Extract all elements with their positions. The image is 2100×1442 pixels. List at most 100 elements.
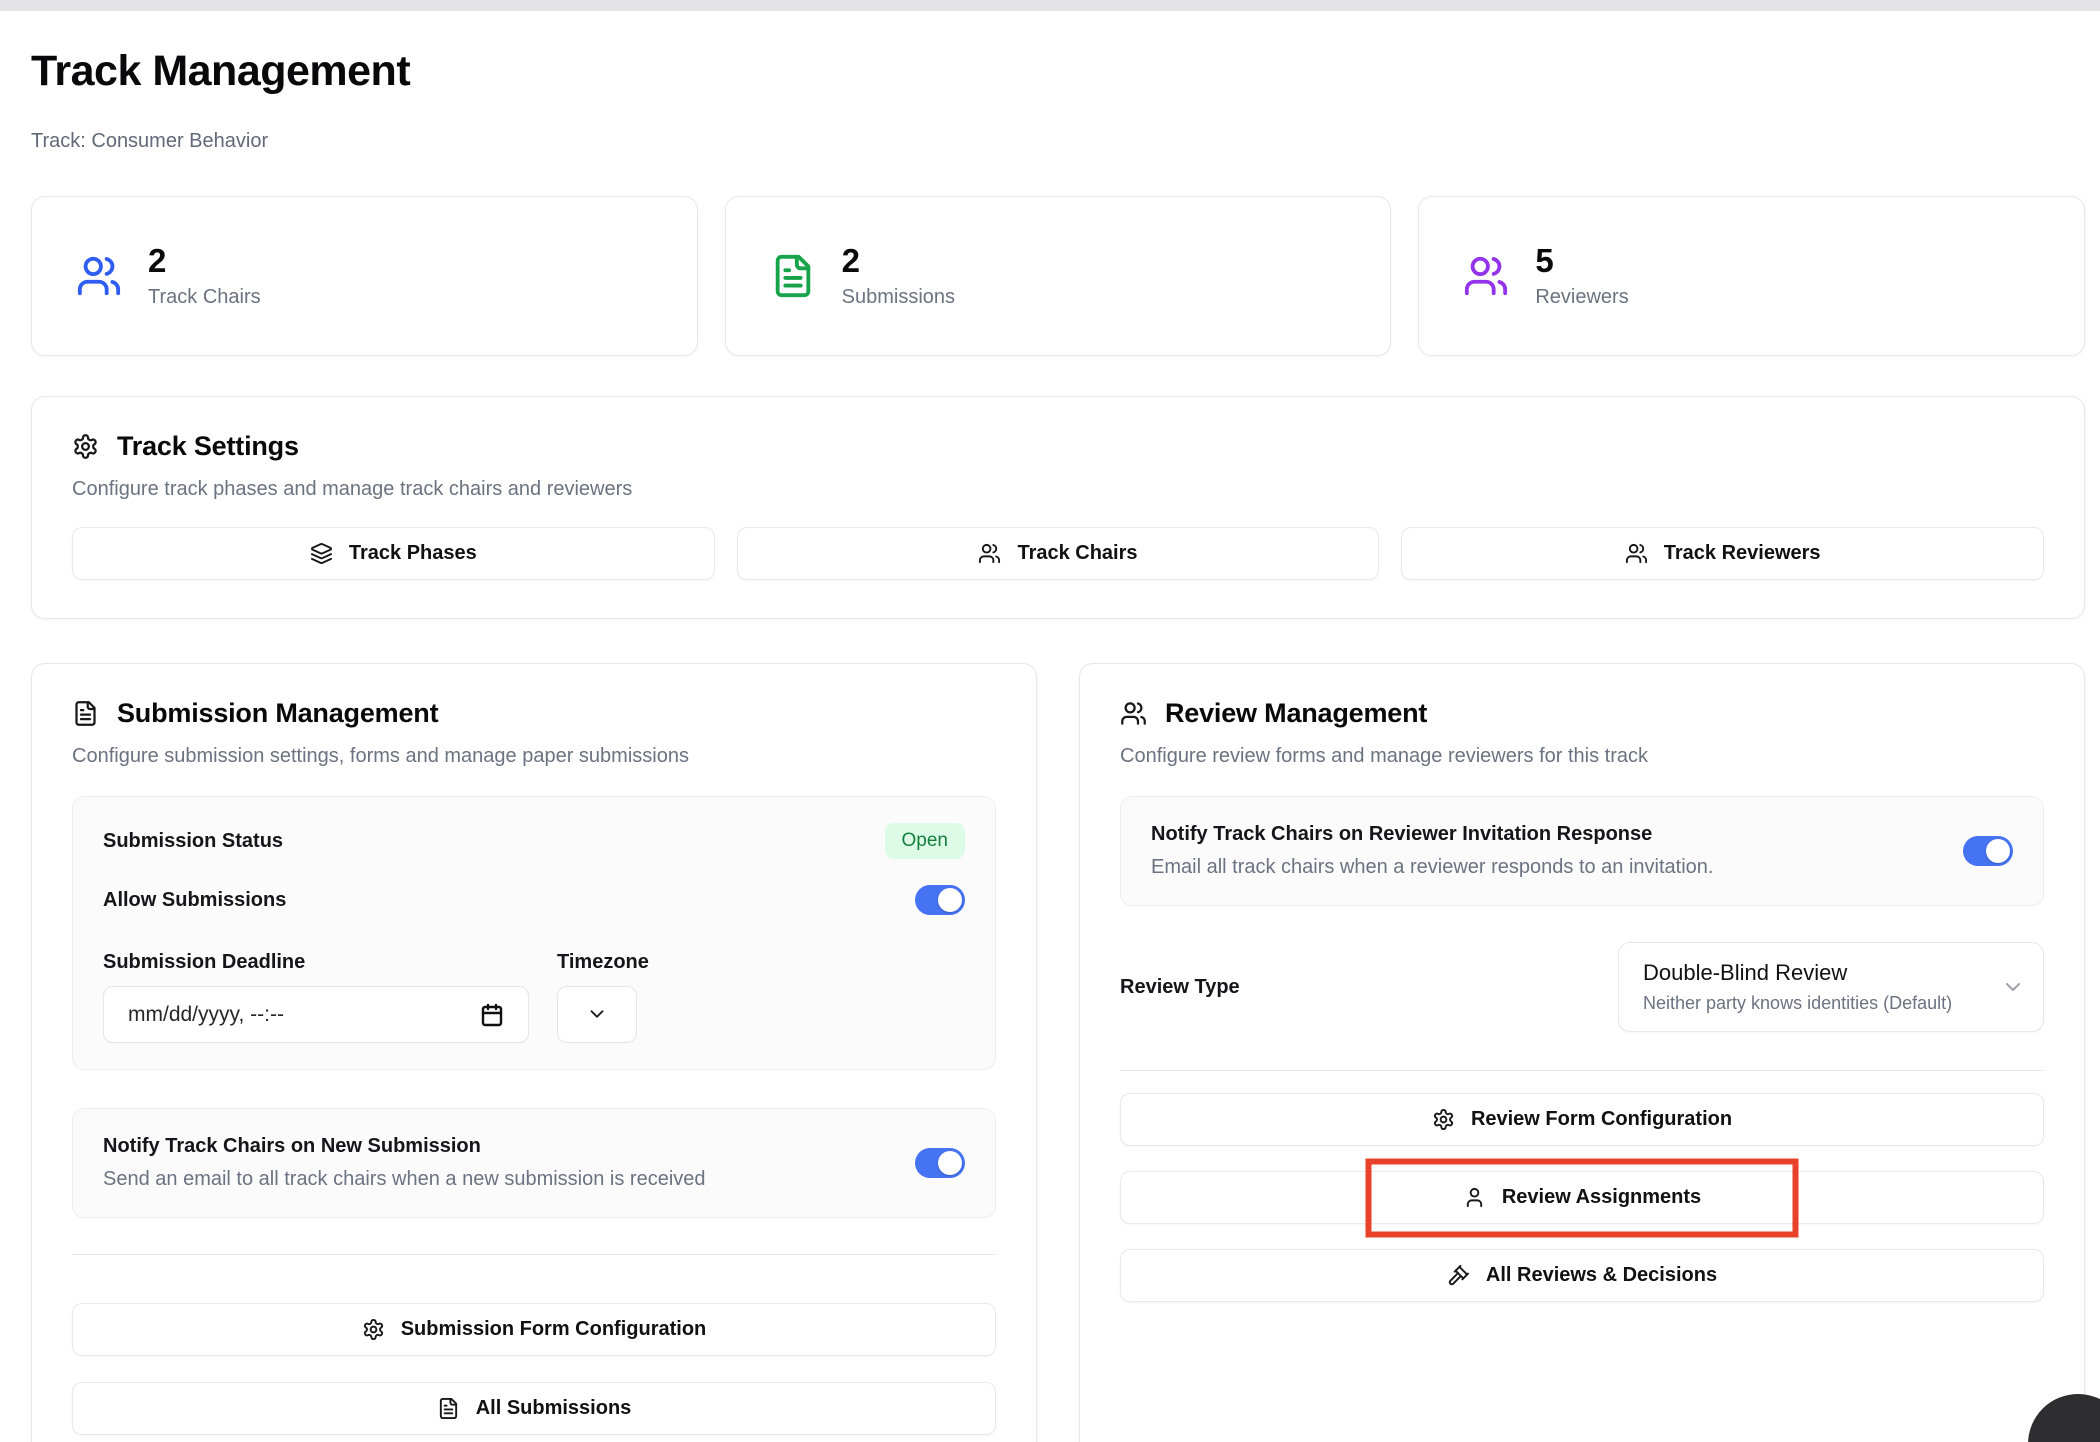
- submission-deadline-input[interactable]: mm/dd/yyyy, --:--: [103, 986, 529, 1043]
- stat-text: 2 Track Chairs: [148, 243, 261, 308]
- review-buttons: Review Form Configuration Review Assignm…: [1120, 1093, 2044, 1302]
- submission-management-description: Configure submission settings, forms and…: [72, 745, 689, 767]
- button-label: Review Form Configuration: [1470, 1108, 1733, 1130]
- all-reviews-decisions-button[interactable]: All Reviews & Decisions: [1120, 1249, 2044, 1302]
- notify-invitation-description: Email all track chairs when a reviewer r…: [1151, 856, 1714, 878]
- gear-icon: [362, 1318, 385, 1341]
- track-settings-description: Configure track phases and manage track …: [72, 478, 633, 500]
- stat-label: Reviewers: [1535, 285, 1629, 308]
- review-type-label: Review Type: [1120, 975, 1240, 998]
- users-icon: [1120, 700, 1147, 727]
- file-text-icon: [437, 1397, 460, 1420]
- divider: [1120, 1070, 2044, 1071]
- page: Track Management Track: Consumer Behavio…: [0, 47, 2100, 1442]
- notify-new-submission-toggle[interactable]: [915, 1148, 965, 1178]
- track-subtitle: Track: Consumer Behavior: [31, 130, 269, 152]
- users-icon: [978, 542, 1001, 565]
- allow-submissions-row: Allow Submissions: [103, 885, 965, 915]
- button-label: Review Assignments: [1501, 1186, 1702, 1208]
- stat-card-reviewers: 5 Reviewers: [1418, 196, 2085, 356]
- button-label: Track Phases: [348, 542, 477, 564]
- button-label: Track Reviewers: [1663, 542, 1821, 564]
- file-text-icon: [72, 700, 99, 727]
- review-management-title: Review Management: [1165, 698, 1428, 728]
- stat-card-submissions: 2 Submissions: [724, 196, 1392, 356]
- toggle-knob: [938, 1151, 962, 1175]
- stat-card-track-chairs: 2 Track Chairs: [31, 196, 698, 356]
- timezone-select[interactable]: [557, 986, 637, 1043]
- track-settings-header: Track Settings: [72, 431, 2044, 462]
- track-settings-buttons: Track Phases Track Chairs Track Reviewer…: [72, 527, 2044, 580]
- review-management-header: Review Management: [1120, 698, 2044, 729]
- submission-status-label: Submission Status: [103, 829, 284, 852]
- track-settings-card: Track Settings Configure track phases an…: [31, 396, 2085, 619]
- allow-submissions-toggle[interactable]: [915, 885, 965, 915]
- submission-form-configuration-button[interactable]: Submission Form Configuration: [72, 1303, 996, 1356]
- submission-management-title: Submission Management: [117, 698, 439, 728]
- chevron-down-icon: [2001, 975, 2025, 999]
- notify-new-submission-description: Send an email to all track chairs when a…: [103, 1168, 706, 1190]
- notify-invitation-box: Notify Track Chairs on Reviewer Invitati…: [1120, 796, 2044, 906]
- calendar-icon[interactable]: [480, 1003, 504, 1027]
- users-icon: [1463, 253, 1509, 299]
- track-reviewers-button[interactable]: Track Reviewers: [1401, 527, 2044, 580]
- review-type-hint: Neither party knows identities (Default): [1643, 993, 1953, 1013]
- review-form-configuration-button[interactable]: Review Form Configuration: [1120, 1093, 2044, 1146]
- timezone-label: Timezone: [557, 951, 649, 973]
- stat-label: Submissions: [841, 285, 956, 308]
- all-submissions-button[interactable]: All Submissions: [72, 1382, 996, 1435]
- notify-invitation-toggle[interactable]: [1963, 836, 2013, 866]
- review-assignments-wrap: Review Assignments: [1120, 1158, 2044, 1237]
- stat-label: Track Chairs: [148, 285, 261, 308]
- divider: [72, 1254, 996, 1255]
- stat-value: 5: [1535, 242, 1554, 280]
- review-type-row: Review Type Double-Blind Review Neither …: [1120, 942, 2044, 1032]
- management-panels: Submission Management Configure submissi…: [31, 663, 2085, 1442]
- status-badge: Open: [884, 823, 965, 859]
- review-management-panel: Review Management Configure review forms…: [1079, 663, 2085, 1442]
- gear-icon: [72, 433, 99, 460]
- top-window-strip: [0, 0, 2100, 11]
- users-icon: [76, 253, 122, 299]
- user-icon: [1463, 1186, 1486, 1209]
- notify-invitation-title: Notify Track Chairs on Reviewer Invitati…: [1151, 823, 1653, 845]
- allow-submissions-label: Allow Submissions: [103, 888, 287, 911]
- notify-new-submission-box: Notify Track Chairs on New Submission Se…: [72, 1108, 996, 1218]
- submission-status-row: Submission Status Open: [103, 823, 965, 859]
- deadline-timezone-row: Submission Deadline mm/dd/yyyy, --:-- Ti…: [103, 951, 965, 1043]
- submission-management-header: Submission Management: [72, 698, 996, 729]
- submission-settings-box: Submission Status Open Allow Submissions…: [72, 796, 996, 1070]
- button-label: Submission Form Configuration: [400, 1318, 707, 1340]
- gavel-icon: [1447, 1264, 1470, 1287]
- toggle-knob: [938, 888, 962, 912]
- gear-icon: [1432, 1108, 1455, 1131]
- stat-text: 5 Reviewers: [1535, 243, 1628, 308]
- track-settings-title: Track Settings: [117, 431, 299, 461]
- chevron-down-icon: [586, 1003, 609, 1026]
- timezone-field: Timezone: [557, 951, 649, 1043]
- track-chairs-button[interactable]: Track Chairs: [736, 527, 1380, 580]
- deadline-placeholder: mm/dd/yyyy, --:--: [128, 1002, 284, 1026]
- button-label: All Submissions: [475, 1397, 632, 1419]
- page-title: Track Management: [31, 47, 411, 95]
- notify-text: Notify Track Chairs on Reviewer Invitati…: [1151, 823, 1713, 879]
- notify-text: Notify Track Chairs on New Submission Se…: [103, 1135, 706, 1191]
- toggle-knob: [1986, 839, 2010, 863]
- submission-deadline-label: Submission Deadline: [103, 951, 306, 973]
- review-type-value: Double-Blind Review: [1643, 960, 1848, 985]
- button-label: Track Chairs: [1017, 542, 1138, 564]
- users-icon: [1625, 542, 1648, 565]
- notify-new-submission-title: Notify Track Chairs on New Submission: [103, 1135, 481, 1157]
- stat-value: 2: [148, 242, 167, 280]
- layers-icon: [310, 542, 333, 565]
- track-phases-button[interactable]: Track Phases: [72, 527, 715, 580]
- stat-value: 2: [841, 242, 861, 280]
- submission-management-panel: Submission Management Configure submissi…: [31, 663, 1037, 1442]
- review-assignments-button[interactable]: Review Assignments: [1120, 1171, 2044, 1224]
- review-management-description: Configure review forms and manage review…: [1120, 745, 1648, 767]
- submission-buttons: Submission Form Configuration All Submis…: [72, 1303, 996, 1435]
- review-type-dropdown[interactable]: Double-Blind Review Neither party knows …: [1618, 942, 2044, 1032]
- button-label: All Reviews & Decisions: [1485, 1264, 1718, 1286]
- stat-text: 2 Submissions: [842, 243, 955, 308]
- stats-row: 2 Track Chairs 2 Submissions 5 Reviewers: [31, 196, 2085, 356]
